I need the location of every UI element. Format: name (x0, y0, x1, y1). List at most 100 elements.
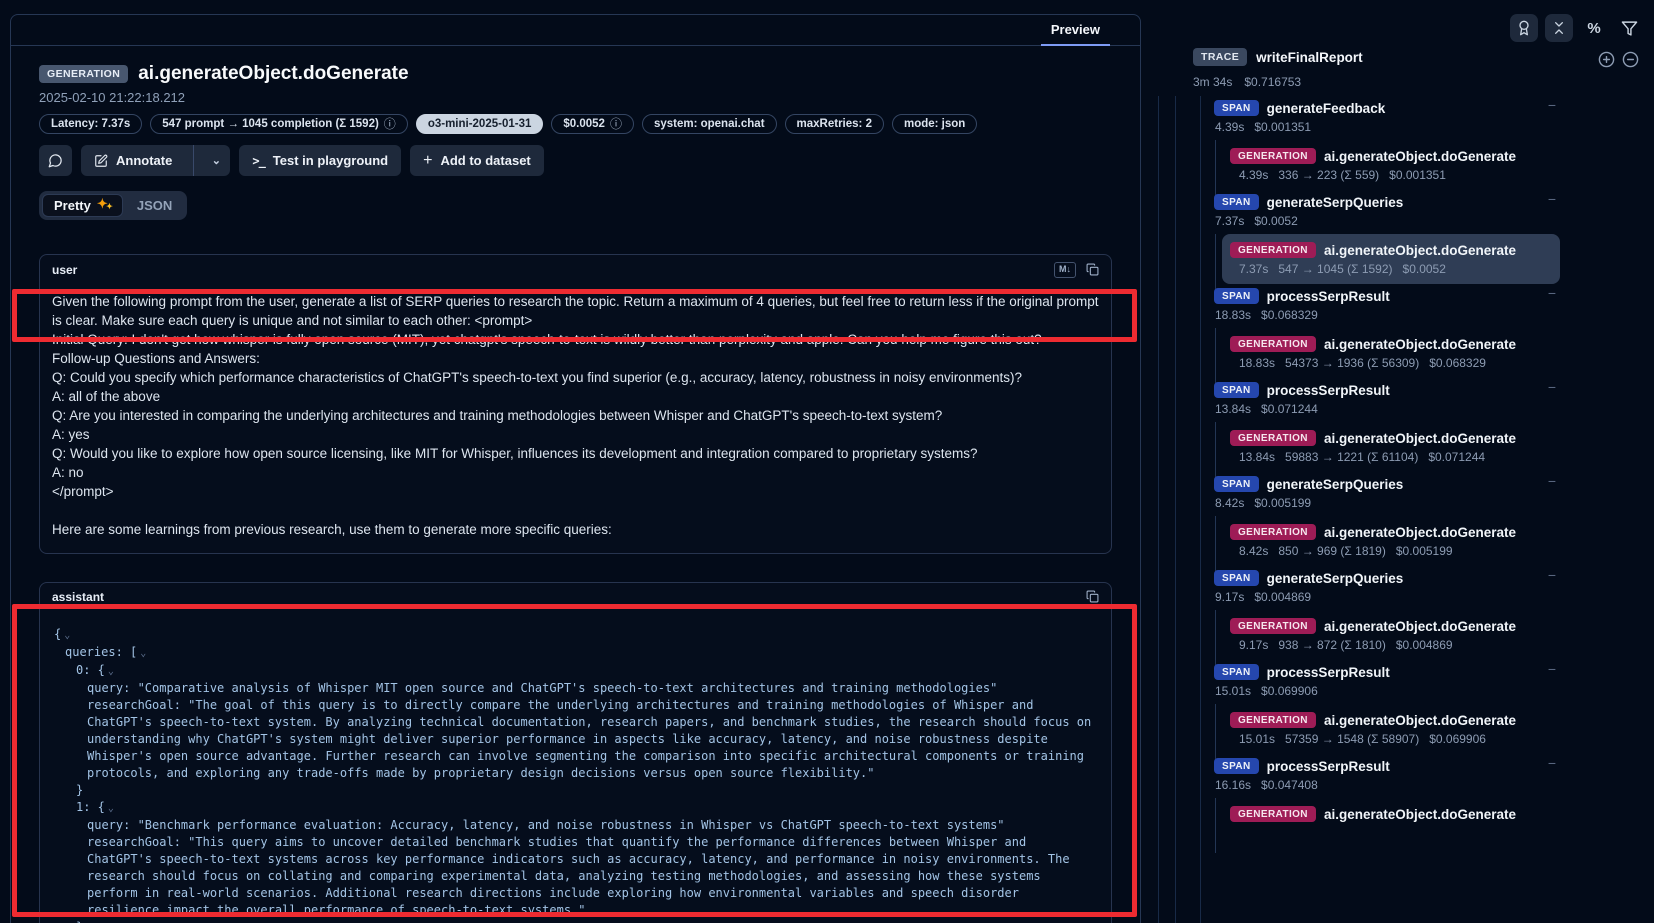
copy-icon[interactable] (1086, 590, 1099, 603)
generation-cost: $0.069906 (1429, 732, 1486, 746)
filter-button[interactable] (1615, 14, 1643, 42)
test-in-playground-button[interactable]: >_ Test in playground (239, 145, 401, 176)
trace-tree-span-row[interactable]: SPANgenerateSerpQueries− (1206, 472, 1560, 496)
token-usage-pill[interactable]: 547 prompt → 1045 completion (Σ 1592)ⓘ (150, 114, 408, 134)
trace-tree-generation-row[interactable]: GENERATIONai.generateObject.doGenerate9.… (1222, 610, 1560, 660)
json-line: queries: [⌄ (54, 644, 1097, 662)
collapse-row-button[interactable]: − (1548, 567, 1556, 583)
span-cost: $0.047408 (1261, 778, 1318, 792)
generation-tokens: 57359 → 1548 (Σ 58907) (1285, 732, 1419, 746)
trace-tree-span-row[interactable]: SPANgenerateFeedback− (1206, 96, 1560, 120)
terminal-icon: >_ (252, 154, 264, 168)
copy-icon[interactable] (1086, 263, 1099, 276)
annotate-dropdown-button[interactable]: ⌄ (202, 145, 230, 176)
plus-icon: + (423, 152, 432, 170)
collapse-chevron-icon[interactable]: ⌄ (140, 648, 146, 659)
trace-tree-group: SPANgenerateSerpQueries−8.42s$0.005199GE… (1206, 472, 1560, 566)
span-type-badge: SPAN (1214, 382, 1259, 398)
trace-tree-span-row[interactable]: SPANprocessSerpResult− (1206, 284, 1560, 308)
trace-tree-group: SPANprocessSerpResult−13.84s $0.071244 GEN… (1206, 378, 1560, 472)
generation-type-badge: GENERATION (1230, 336, 1316, 352)
trace-tree-span-row[interactable]: SPANgenerateSerpQueries− (1206, 566, 1560, 590)
tree-guide-line (1215, 798, 1216, 853)
generation-name: ai.generateObject.doGenerate (1324, 619, 1516, 634)
markdown-toggle-icon[interactable]: M↓ (1054, 262, 1076, 278)
chevron-down-icon: ⌄ (212, 154, 221, 167)
generation-tokens: 336 → 223 (Σ 559) (1278, 168, 1379, 182)
span-duration: 7.37s (1215, 214, 1244, 228)
trace-tree-generation-row[interactable]: GENERATIONai.generateObject.doGenerate8.… (1222, 516, 1560, 566)
generation-tokens: 938 → 872 (Σ 1810) (1278, 638, 1385, 652)
user-message-line: Given the following prompt from the user… (52, 292, 1099, 330)
generation-name: ai.generateObject.doGenerate (1324, 525, 1516, 540)
generation-name: ai.generateObject.doGenerate (1324, 149, 1516, 164)
annotation-queue-button[interactable] (1510, 14, 1538, 42)
span-duration: 13.84s (1215, 402, 1251, 416)
span-type-badge: SPAN (1214, 570, 1259, 586)
span-duration: 15.01s (1215, 684, 1251, 698)
generation-type-badge: GENERATION (1230, 148, 1316, 164)
tree-guide-line (1215, 234, 1216, 289)
user-message-line (52, 501, 1099, 520)
collapse-row-button[interactable]: − (1548, 285, 1556, 301)
collapse-row-button[interactable]: − (1548, 661, 1556, 677)
cost-pill[interactable]: $0.0052ⓘ (551, 114, 634, 134)
tab-preview[interactable]: Preview (1041, 15, 1110, 46)
span-metrics: 7.37s$0.0052 (1206, 214, 1560, 234)
trace-tree-span-row[interactable]: SPANprocessSerpResult− (1206, 754, 1560, 778)
message-role-label: user (52, 263, 77, 277)
json-line-text: query: "Comparative analysis of Whisper … (87, 681, 997, 695)
span-type-badge: SPAN (1214, 288, 1259, 304)
sparkles-icon: ✦✦ (96, 198, 111, 213)
trace-tree-generation-row[interactable]: GENERATION ai.generateObject.doGenerate 4.… (1222, 140, 1560, 190)
model-pill[interactable]: o3-mini-2025-01-31 (416, 114, 544, 134)
trace-tree-span-row[interactable]: SPANprocessSerpResult− (1206, 378, 1560, 402)
json-line: query: "Comparative analysis of Whisper … (54, 680, 1097, 697)
add-to-dataset-button[interactable]: + Add to dataset (410, 145, 544, 176)
trace-title[interactable]: writeFinalReport (1256, 50, 1363, 65)
json-line-text: query: "Benchmark performance evaluation… (87, 818, 1005, 832)
json-line: query: "Benchmark performance evaluation… (54, 817, 1097, 834)
span-cost: $0.071244 (1261, 402, 1318, 416)
generation-duration: 4.39s (1239, 168, 1268, 182)
comments-button[interactable] (39, 145, 72, 176)
json-line-text: 0: { (76, 663, 105, 677)
trace-tree-span-row[interactable]: SPANgenerateSerpQueries− (1206, 190, 1560, 214)
collapse-tree-icon[interactable] (1622, 51, 1639, 68)
generation-metrics: 9.17s938 → 872 (Σ 1810)$0.004869 (1222, 638, 1552, 658)
collapse-row-button[interactable]: − (1548, 97, 1556, 113)
span-duration: 16.16s (1215, 778, 1251, 792)
collapse-all-button[interactable] (1545, 14, 1573, 42)
generation-tokens: 54373 → 1936 (Σ 56309) (1285, 356, 1419, 370)
toggle-json[interactable]: JSON (125, 194, 184, 217)
generation-name: ai.generateObject.doGenerate (1324, 807, 1516, 822)
generation-name: ai.generateObject.doGenerate (1324, 431, 1516, 446)
expand-all-icon[interactable] (1598, 51, 1615, 68)
annotate-button[interactable]: Annotate ⌄ (81, 145, 230, 176)
fold-vertical-icon (1551, 20, 1567, 36)
trace-tree-generation-row[interactable]: GENERATIONai.generateObject.doGenerate7.… (1222, 234, 1560, 284)
trace-metrics: 3m 34s $0.716753 (1193, 75, 1301, 89)
trace-tree-generation-row[interactable]: GENERATIONai.generateObject.doGenerate (1222, 798, 1560, 828)
trace-tree-generation-row[interactable]: GENERATIONai.generateObject.doGenerate18… (1222, 328, 1560, 378)
collapse-row-button[interactable]: − (1548, 379, 1556, 395)
span-metrics: 16.16s $0.047408 (1206, 778, 1560, 798)
user-message-line: Initial Query: I don't get how whisper i… (52, 330, 1099, 349)
collapse-row-button[interactable]: − (1548, 473, 1556, 489)
generation-metrics: 13.84s59883 → 1221 (Σ 61104)$0.071244 (1222, 450, 1552, 470)
collapse-chevron-icon[interactable]: ⌄ (108, 803, 114, 814)
output-format-toggle: Pretty ✦✦ JSON (39, 191, 187, 220)
show-percentages-button[interactable]: % (1580, 14, 1608, 42)
span-name: generateFeedback (1267, 101, 1386, 116)
trace-tree-generation-row[interactable]: GENERATIONai.generateObject.doGenerate15… (1222, 704, 1560, 754)
user-message-line: Follow-up Questions and Answers: (52, 349, 1099, 368)
collapse-chevron-icon[interactable]: ⌄ (108, 666, 114, 677)
trace-tree-span-row[interactable]: SPANprocessSerpResult− (1206, 660, 1560, 684)
collapse-row-button[interactable]: − (1548, 755, 1556, 771)
toggle-pretty[interactable]: Pretty ✦✦ (42, 194, 123, 217)
award-icon (1516, 20, 1532, 36)
collapse-chevron-icon[interactable]: ⌄ (64, 630, 70, 641)
trace-tree-generation-row[interactable]: GENERATIONai.generateObject.doGenerate13… (1222, 422, 1560, 472)
max-retries-pill: maxRetries: 2 (785, 114, 884, 134)
collapse-row-button[interactable]: − (1548, 191, 1556, 207)
